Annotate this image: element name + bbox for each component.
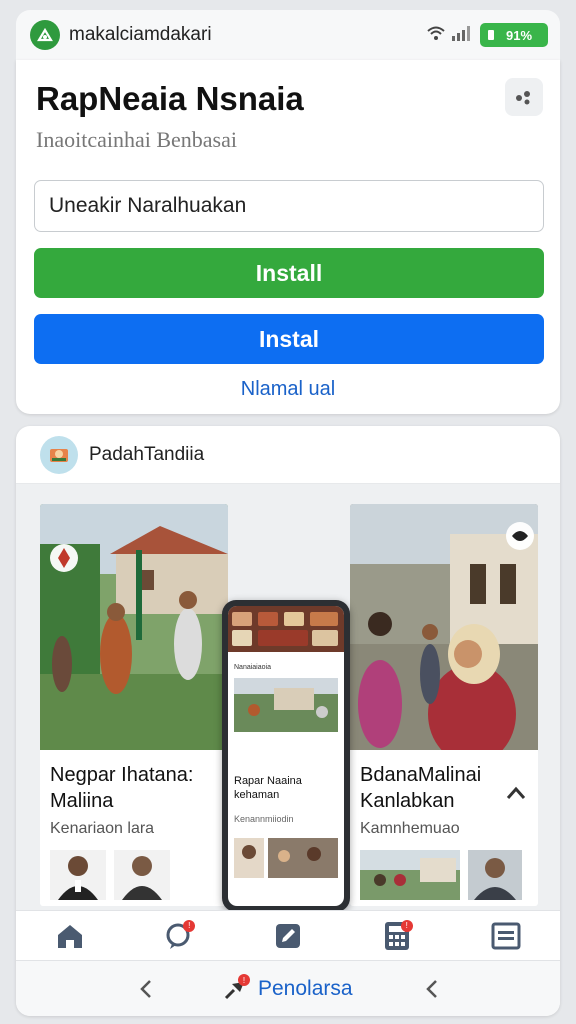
post-card[interactable]: Negpar Ihatana: Maliina Kenariaon lara bbox=[40, 504, 228, 906]
signal-icon bbox=[452, 25, 474, 46]
phone-app-title: Nanaiaiaoia bbox=[234, 664, 271, 671]
person-thumbnail bbox=[50, 850, 106, 900]
wifi-icon bbox=[426, 25, 446, 46]
post-card[interactable]: BdanaMalinai Kanlabkan Kamnhemuao bbox=[350, 504, 538, 906]
phone-preview: Nanaiaiaoia Rapar Naaina kehaman Kenannm… bbox=[222, 600, 350, 912]
more-options-button[interactable] bbox=[505, 78, 543, 116]
bottom-nav: ! Penolarsa bbox=[16, 960, 560, 1016]
install-card: RapNeaia Nsnaia Inaoitcainhai Benbasai I… bbox=[16, 60, 560, 414]
tab-chat[interactable]: ! bbox=[157, 914, 201, 958]
tab-calculator[interactable]: ! bbox=[375, 914, 419, 958]
post-subtitle: Kamnhemuao bbox=[360, 820, 460, 837]
app-name: makalciamdakari bbox=[69, 24, 212, 45]
phone-post-image bbox=[234, 678, 338, 732]
tab-list[interactable] bbox=[484, 914, 528, 958]
post-thumbnails bbox=[50, 850, 170, 900]
battery-level: 91% bbox=[505, 27, 533, 43]
page-title: RapNeaia Nsnaia bbox=[36, 80, 304, 117]
phone-toolbar-icons bbox=[232, 612, 338, 646]
page-subtitle: Inaoitcainhai Benbasai bbox=[36, 127, 237, 152]
phone-thumbnails bbox=[234, 838, 338, 878]
phone-screen: Nanaiaiaoia Rapar Naaina kehaman Kenannm… bbox=[228, 606, 344, 906]
person-thumbnail bbox=[468, 850, 522, 900]
list-icon bbox=[491, 922, 521, 949]
person-thumbnail bbox=[114, 850, 170, 900]
phone-header bbox=[228, 606, 344, 652]
back-button[interactable] bbox=[128, 971, 164, 1007]
feed-carousel[interactable]: Negpar Ihatana: Maliina Kenariaon lara B… bbox=[16, 484, 560, 912]
chevron-up-icon[interactable] bbox=[506, 786, 526, 805]
market-photo bbox=[350, 504, 538, 750]
nav-center-label: Penolarsa bbox=[258, 977, 353, 1000]
nav-center-item[interactable]: ! Penolarsa bbox=[222, 969, 353, 1009]
chevron-left-icon bbox=[140, 980, 151, 998]
phone-card-title: Rapar Naaina kehaman bbox=[234, 775, 302, 801]
name-input[interactable] bbox=[34, 180, 544, 232]
battery-indicator: 91% bbox=[480, 23, 548, 47]
notification-badge: ! bbox=[238, 974, 250, 986]
app-logo-icon bbox=[30, 20, 60, 50]
feed-header: PadahTandiia bbox=[16, 426, 560, 484]
feed-author[interactable]: PadahTandiia bbox=[89, 444, 204, 466]
forward-button[interactable] bbox=[414, 971, 450, 1007]
village-photo bbox=[40, 504, 228, 750]
notification-badge: ! bbox=[400, 919, 413, 932]
author-avatar[interactable] bbox=[40, 435, 78, 474]
tab-bar: ! ! bbox=[16, 910, 560, 960]
edit-icon bbox=[275, 923, 300, 948]
install-primary-button[interactable]: Install bbox=[34, 248, 544, 298]
feed-card: PadahTandiia Negpar Ihatana: Maliina Ken… bbox=[16, 426, 560, 1016]
phone-card-subtitle: Kenannmiiodin bbox=[234, 814, 294, 824]
chevron-left-icon bbox=[426, 980, 437, 998]
notification-badge: ! bbox=[183, 919, 196, 932]
post-title: Negpar Ihatana: Maliina bbox=[50, 764, 194, 812]
pin-icon: ! bbox=[222, 974, 250, 1002]
tab-home[interactable] bbox=[48, 914, 92, 958]
status-bar: makalciamdakari 91% bbox=[16, 10, 560, 60]
village-thumbnail bbox=[360, 850, 460, 900]
post-subtitle: Kenariaon lara bbox=[50, 820, 155, 837]
status-icons: 91% bbox=[426, 23, 548, 47]
post-thumbnails bbox=[360, 850, 522, 900]
tab-edit[interactable] bbox=[266, 914, 310, 958]
install-secondary-button[interactable]: Instal bbox=[34, 314, 544, 364]
dots-icon bbox=[516, 91, 530, 105]
post-title: BdanaMalinai Kanlabkan bbox=[360, 764, 482, 812]
more-link[interactable]: Nlamal ual bbox=[16, 378, 560, 401]
home-icon bbox=[58, 924, 83, 948]
